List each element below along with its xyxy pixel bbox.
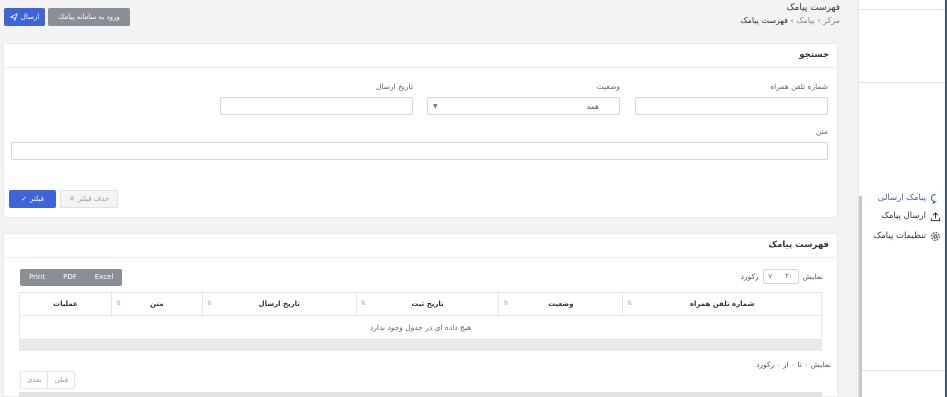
length-suffix: رکورد xyxy=(740,272,759,281)
status-label: وضعیت xyxy=(596,82,620,91)
text-label: متن xyxy=(816,127,828,136)
pagination: بعدی قبلی xyxy=(20,371,76,389)
empty-table-message: هیچ داده ای در جدول وجود ندارد xyxy=(19,315,822,340)
sidebar-divider xyxy=(859,370,947,371)
send-date-input[interactable] xyxy=(220,97,413,115)
breadcrumb-current: فهرست پیامک xyxy=(740,16,788,25)
phone-input[interactable] xyxy=(635,97,828,115)
column-header-actions: عملیات xyxy=(19,292,112,316)
search-card-title: جستجو xyxy=(799,50,829,60)
sidebar-item-sent-sms[interactable]: پیامک ارسالی xyxy=(878,191,941,205)
caret-down-icon: ▼ xyxy=(433,103,438,110)
page-length-value: ۲۰ xyxy=(785,272,793,280)
sort-icon: ⇅ xyxy=(115,300,121,307)
sidebar-scrollbar[interactable] xyxy=(859,196,862,397)
sort-icon: ⇅ xyxy=(627,300,633,307)
table-info: نمایش ۰ تا ۰ از ۰ رکورد xyxy=(756,360,831,369)
table-horizontal-scrollbar[interactable] xyxy=(19,340,822,351)
send-icon xyxy=(9,13,18,21)
send-button-label: ارسال xyxy=(20,13,40,21)
sms-panel-login-button[interactable]: ورود به سامانه پیامک xyxy=(48,8,130,26)
page-length-select[interactable]: ۲۰ ∨ xyxy=(762,269,799,284)
bottom-scroll-strip xyxy=(19,392,822,397)
column-header-phone[interactable]: شماره تلفن همراه ⇅ xyxy=(622,292,822,316)
page-title: فهرست پیامک xyxy=(786,3,841,13)
phone-label: شماره تلفن همراه xyxy=(770,82,828,91)
column-header-created-date[interactable]: تاریخ ثبت ⇅ xyxy=(355,292,500,316)
excel-button[interactable]: Excel xyxy=(86,269,123,286)
column-header-status[interactable]: وضعیت ⇅ xyxy=(498,292,624,316)
sidebar-item-label: پیامک ارسالی xyxy=(877,193,926,203)
export-buttons: Print PDF Excel xyxy=(20,269,123,286)
sort-icon: ⇅ xyxy=(360,300,366,307)
page-length-control: نمایش ۲۰ ∨ رکورد xyxy=(741,269,823,284)
length-prefix: نمایش xyxy=(802,272,823,281)
filter-button[interactable]: ✓ فیلتر xyxy=(9,190,56,208)
chat-bubble-icon xyxy=(930,193,938,204)
search-card: جستجو شماره تلفن همراه وضعیت همه ▼ تاریخ… xyxy=(3,43,838,218)
card-divider xyxy=(4,67,837,68)
chevron-down-icon: ∨ xyxy=(767,272,773,280)
status-select[interactable]: همه ▼ xyxy=(427,97,620,115)
sms-panel-login-label: ورود به سامانه پیامک xyxy=(58,13,120,21)
sidebar-divider xyxy=(859,82,947,83)
sidebar: پیامک ارسالی ارسال پیامک تنظیمات پیامک xyxy=(858,0,947,397)
send-button[interactable]: ارسال xyxy=(4,8,45,26)
sidebar-divider xyxy=(859,9,947,10)
column-header-send-date[interactable]: تاریخ ارسال ⇅ xyxy=(201,292,357,316)
text-input[interactable] xyxy=(11,142,828,160)
pdf-button[interactable]: PDF xyxy=(54,269,86,286)
next-page-button[interactable]: بعدی xyxy=(21,372,47,388)
print-button[interactable]: Print xyxy=(20,269,54,286)
upload-icon xyxy=(930,211,941,221)
send-date-label: تاریخ ارسال xyxy=(375,82,413,91)
status-select-value: همه xyxy=(586,102,599,111)
check-icon: ✓ xyxy=(21,195,28,203)
clear-filter-button[interactable]: ✕ حذف فیلتر xyxy=(60,190,118,208)
column-header-text[interactable]: متن ⇅ xyxy=(110,292,203,316)
sidebar-item-sms-settings[interactable]: تنظیمات پیامک xyxy=(874,229,941,243)
card-divider xyxy=(4,257,837,258)
close-icon: ✕ xyxy=(68,195,75,203)
sort-icon: ⇅ xyxy=(503,300,509,307)
breadcrumb: مرکز › پیامک › فهرست پیامک xyxy=(740,16,840,25)
filter-button-label: فیلتر xyxy=(30,195,44,203)
sidebar-item-label: ارسال پیامک xyxy=(881,211,926,221)
sms-table: شماره تلفن همراه ⇅ وضعیت ⇅ تاریخ ثبت ⇅ تاری… xyxy=(19,292,822,340)
gear-icon xyxy=(931,231,940,241)
previous-page-button[interactable]: قبلی xyxy=(47,372,74,388)
breadcrumb-item[interactable]: پیامک xyxy=(796,16,815,25)
clear-filter-label: حذف فیلتر xyxy=(77,195,110,203)
list-card-title: فهرست پیامک xyxy=(768,240,829,250)
sidebar-item-label: تنظیمات پیامک xyxy=(873,231,926,241)
sort-icon: ⇅ xyxy=(206,300,212,307)
sidebar-item-send-sms[interactable]: ارسال پیامک xyxy=(881,209,941,223)
breadcrumb-item[interactable]: مرکز xyxy=(823,16,840,25)
